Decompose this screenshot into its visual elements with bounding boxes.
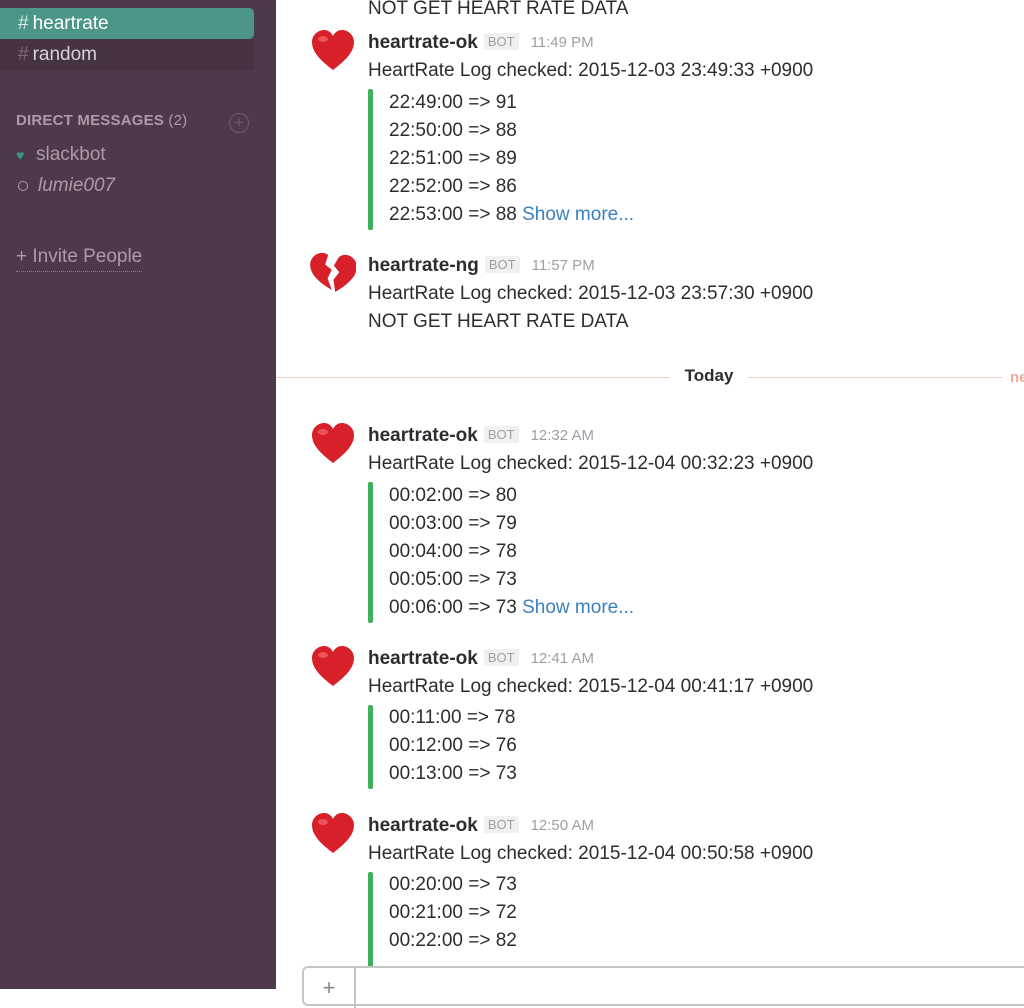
message-timestamp[interactable]: 11:57 PM bbox=[532, 257, 595, 274]
channel-heartrate[interactable]: # heartrate bbox=[0, 8, 254, 39]
away-circle-icon bbox=[18, 180, 28, 191]
new-messages-label: ne bbox=[1010, 369, 1024, 386]
attachment-bar bbox=[368, 89, 373, 230]
red-heart-icon[interactable] bbox=[310, 644, 356, 690]
log-line: 00:21:00 => 72 bbox=[389, 902, 517, 923]
message-author[interactable]: heartrate-ok BOT 12:32 AM bbox=[368, 425, 594, 447]
day-divider-label: Today bbox=[670, 366, 748, 386]
day-divider-line bbox=[276, 377, 670, 378]
plus-icon: + bbox=[16, 246, 28, 267]
log-line: 00:04:00 => 78 bbox=[389, 541, 517, 562]
log-line: 00:12:00 => 76 bbox=[389, 735, 517, 756]
heart-icon: ♥ bbox=[16, 147, 25, 163]
log-line: 22:53:00 => 88 Show more... bbox=[389, 204, 635, 225]
invite-people-link[interactable]: + Invite People bbox=[16, 246, 143, 272]
message-timestamp[interactable]: 11:49 PM bbox=[531, 34, 594, 51]
dm-count: (2) bbox=[168, 112, 188, 129]
channel-name: random bbox=[32, 44, 97, 65]
log-line: 22:50:00 => 88 bbox=[389, 120, 517, 141]
message-author[interactable]: heartrate-ok BOT 12:41 AM bbox=[368, 648, 594, 670]
log-line: 00:13:00 => 73 bbox=[389, 763, 517, 784]
message-text: HeartRate Log checked: 2015-12-03 23:57:… bbox=[368, 283, 814, 304]
log-line: 22:49:00 => 91 bbox=[389, 92, 517, 113]
attachment-bar bbox=[368, 482, 373, 623]
bot-badge: BOT bbox=[483, 426, 519, 443]
attachment-bar bbox=[368, 872, 373, 972]
message-author[interactable]: heartrate-ng BOT 11:57 PM bbox=[368, 255, 595, 277]
message-author[interactable]: heartrate-ok BOT 11:49 PM bbox=[368, 32, 594, 54]
red-heart-icon[interactable] bbox=[310, 28, 356, 74]
bot-badge: BOT bbox=[483, 33, 519, 50]
dm-lumie007[interactable]: lumie007 bbox=[16, 175, 115, 197]
bot-badge: BOT bbox=[483, 649, 519, 666]
log-line: 00:03:00 => 79 bbox=[389, 513, 517, 534]
message-text: NOT GET HEART RATE DATA bbox=[368, 311, 629, 332]
message-text: HeartRate Log checked: 2015-12-03 23:49:… bbox=[368, 60, 814, 81]
message-author[interactable]: heartrate-ok BOT 12:50 AM bbox=[368, 815, 594, 837]
message-timestamp[interactable]: 12:32 AM bbox=[531, 427, 594, 444]
show-more-link[interactable]: Show more... bbox=[522, 597, 634, 618]
log-line: 00:11:00 => 78 bbox=[389, 707, 516, 728]
log-line: 22:52:00 => 86 bbox=[389, 176, 517, 197]
message-timestamp[interactable]: 12:50 AM bbox=[531, 817, 594, 834]
dm-slackbot[interactable]: ♥ slackbot bbox=[16, 144, 106, 166]
broken-heart-icon[interactable] bbox=[310, 251, 356, 297]
show-more-link[interactable]: Show more... bbox=[522, 204, 634, 225]
message-text: HeartRate Log checked: 2015-12-04 00:50:… bbox=[368, 843, 814, 864]
log-line: 00:06:00 => 73 Show more... bbox=[389, 597, 635, 618]
day-divider-line bbox=[748, 377, 1002, 378]
log-line: 00:22:00 => 82 bbox=[389, 930, 517, 951]
log-line: 00:02:00 => 80 bbox=[389, 485, 517, 506]
plus-icon[interactable]: + bbox=[304, 968, 356, 1008]
bot-badge: BOT bbox=[483, 816, 519, 833]
attachment-bar bbox=[368, 705, 373, 789]
channel-name: heartrate bbox=[32, 13, 109, 34]
channel-random[interactable]: # random bbox=[0, 39, 254, 70]
message-text-partial: NOT GET HEART RATE DATA bbox=[368, 0, 629, 19]
direct-messages-header[interactable]: DIRECT MESSAGES (2) bbox=[16, 112, 187, 129]
message-timestamp[interactable]: 12:41 AM bbox=[531, 650, 594, 667]
plus-circle-icon[interactable]: + bbox=[229, 113, 249, 133]
log-line: 00:05:00 => 73 bbox=[389, 569, 517, 590]
message-text: HeartRate Log checked: 2015-12-04 00:41:… bbox=[368, 676, 814, 697]
message-text: HeartRate Log checked: 2015-12-04 00:32:… bbox=[368, 453, 814, 474]
red-heart-icon[interactable] bbox=[310, 421, 356, 467]
red-heart-icon[interactable] bbox=[310, 811, 356, 857]
sidebar: # heartrate # random DIRECT MESSAGES (2) +… bbox=[0, 0, 276, 989]
log-line: 22:51:00 => 89 bbox=[389, 148, 517, 169]
message-input[interactable]: + bbox=[302, 966, 1024, 1008]
log-line: 00:20:00 => 73 bbox=[389, 874, 517, 895]
bot-badge: BOT bbox=[484, 256, 520, 273]
